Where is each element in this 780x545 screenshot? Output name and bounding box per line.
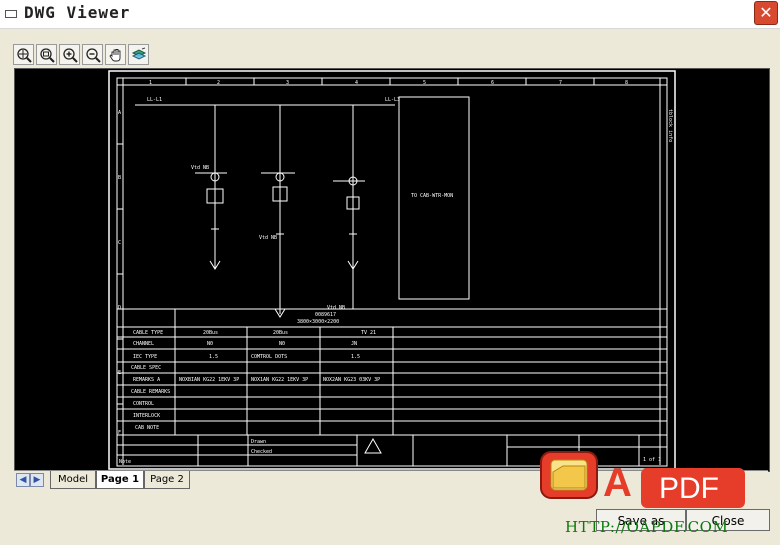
- watermark-logo: A PDF: [539, 450, 749, 516]
- table-row-label-2: CHANNEL: [133, 341, 154, 347]
- table-cell-c4r2: JN: [351, 341, 357, 347]
- zoom-window-button[interactable]: [36, 44, 57, 65]
- feeder-label-3: Vtd NB: [327, 305, 345, 311]
- row-dividers: [117, 143, 123, 405]
- col-label-6: 6: [491, 80, 494, 86]
- cad-drawing: 1 2 3 4 5 6 7 8 A B C D E F LL-L1 LL-L3 …: [108, 70, 676, 470]
- table-row-label-4: CABLE SPEC: [131, 365, 161, 371]
- col-label-2: 2: [217, 80, 220, 86]
- table-row-label-7: CONTROL: [133, 401, 154, 407]
- table-cell-c2r3: COMTROL DOTS: [251, 354, 287, 360]
- zoom-window-icon: [39, 47, 55, 63]
- close-icon: ✕: [759, 3, 773, 22]
- zoom-in-button[interactable]: [59, 44, 80, 65]
- col-label-1: 1: [149, 80, 152, 86]
- column-dividers: [185, 78, 595, 85]
- logo-text: PDF: [659, 472, 719, 505]
- table-header-2: 3800×3000×2200: [297, 319, 339, 325]
- logo-letter: A: [603, 461, 632, 505]
- col-label-4: 4: [355, 80, 358, 86]
- oapdf-logo-icon: A PDF: [540, 451, 745, 508]
- col-label-8: 8: [625, 80, 628, 86]
- table-cell-c3r4: NOX2AN KG23 03KV 3P: [323, 377, 380, 383]
- watermark-url: HTTP://OAPDF.COM: [565, 518, 729, 536]
- window-icon: [5, 10, 17, 18]
- hand-pan-icon: [108, 48, 120, 61]
- table-cell-c1r3: 1.5: [209, 354, 218, 360]
- layers-icon: [131, 47, 146, 60]
- table-cell-c1r2: N0: [207, 341, 213, 347]
- table-cell-c1r4: NOXBIAN KG22 1EKV 3P: [179, 377, 239, 383]
- bus-label-right: LL-L3: [385, 97, 400, 103]
- col-label-5: 5: [423, 80, 426, 86]
- table-cell-c4r1: TV 21: [361, 330, 376, 336]
- window-titlebar: DWG Viewer ✕: [0, 0, 780, 29]
- zoom-out-button[interactable]: [82, 44, 103, 65]
- zoom-out-icon: [85, 47, 101, 63]
- row-label-e: E: [118, 370, 121, 376]
- table-row-label-9: CAB NOTE: [135, 425, 159, 431]
- tab-page-2[interactable]: Page 2: [144, 471, 190, 489]
- zoom-extents-button[interactable]: [13, 44, 34, 65]
- title-checked: Checked: [251, 449, 272, 455]
- table-row-label-6: CABLE REMARKS: [131, 389, 170, 395]
- pan-button[interactable]: [105, 44, 126, 65]
- zoom-extents-icon: [16, 47, 32, 63]
- close-window-button[interactable]: ✕: [754, 1, 778, 25]
- row-label-b: B: [118, 175, 121, 181]
- table-header-1: 0089617: [315, 312, 336, 318]
- drawing-inner-border: [116, 77, 668, 467]
- row-label-a: A: [118, 110, 121, 116]
- feeder-label-1: Vtd NB: [191, 165, 209, 171]
- zoom-in-icon: [62, 47, 78, 63]
- row-label-c: C: [118, 240, 121, 246]
- cabinet-label: TO CAB-WTR-MON: [411, 193, 453, 199]
- table-row-label-3: IEC TYPE: [133, 354, 157, 360]
- title-note: Note: [119, 459, 131, 465]
- tab-nav-arrows: ◀ ▶: [16, 473, 44, 487]
- table-cell-c2r1: 20Bus: [273, 330, 288, 336]
- col-label-7: 7: [559, 80, 562, 86]
- row-label-d: D: [118, 305, 121, 311]
- table-row-label-5: REMARKS A: [133, 377, 160, 383]
- tab-prev-icon[interactable]: ◀: [16, 473, 30, 487]
- equipment-table: [116, 308, 668, 436]
- table-row-label-1: CABLE TYPE: [133, 330, 163, 336]
- layers-button[interactable]: [128, 44, 149, 65]
- table-cell-c2r2: N0: [279, 341, 285, 347]
- table-cell-c3r3: 1.5: [351, 354, 360, 360]
- tab-model[interactable]: Model: [50, 471, 96, 489]
- table-cell-c1r1: 20Bus: [203, 330, 218, 336]
- right-margin-text: tblock info: [667, 109, 673, 142]
- table-cell-c2r4: NOX1AN KG22 1EKV 3P: [251, 377, 308, 383]
- col-label-3: 3: [286, 80, 289, 86]
- title-drawn: Drawn: [251, 439, 266, 445]
- window-title: DWG Viewer: [24, 3, 131, 22]
- row-label-f: F: [118, 430, 121, 436]
- tab-next-icon[interactable]: ▶: [30, 473, 44, 487]
- viewer-toolbar: [13, 44, 149, 66]
- table-row-label-8: INTERLOCK: [133, 413, 160, 419]
- feeder-label-2: Vtd NB: [259, 235, 277, 241]
- drawing-viewport[interactable]: 1 2 3 4 5 6 7 8 A B C D E F LL-L1 LL-L3 …: [14, 68, 770, 472]
- tab-page-1[interactable]: Page 1: [96, 471, 144, 489]
- bus-label-left: LL-L1: [147, 97, 162, 103]
